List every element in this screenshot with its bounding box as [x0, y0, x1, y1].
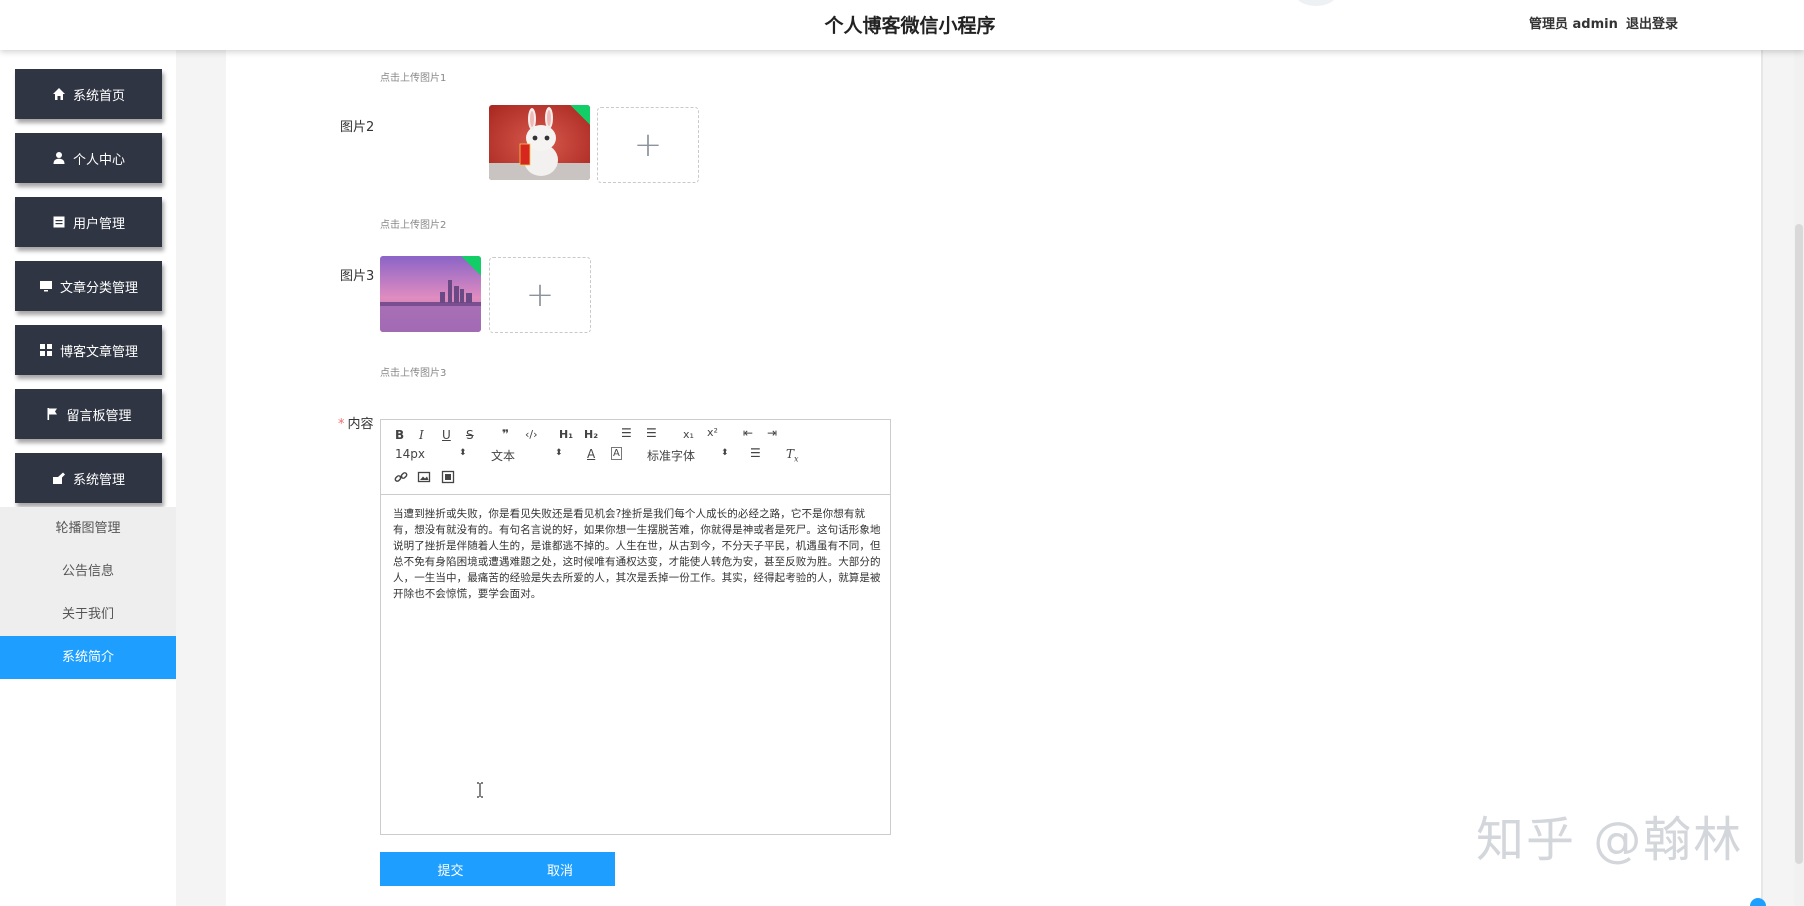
top-header: 个人博客微信小程序 管理员 admin 退出登录: [0, 0, 1804, 50]
image2-upload-button[interactable]: +: [597, 107, 699, 183]
submit-button[interactable]: 提交: [380, 852, 521, 886]
sidebar-item-label: 用户管理: [72, 216, 125, 232]
sidebar-item-home[interactable]: 系统首页: [15, 69, 162, 119]
align-icon[interactable]: ☰: [750, 446, 761, 460]
settings-icon: [52, 472, 65, 484]
font-family-select[interactable]: 标准字体 ⬍: [647, 447, 729, 464]
sidebar: 系统首页 个人中心 用户管理 文章分类管理 博客文章管理 留言板管理 系统管理 …: [0, 50, 176, 906]
system-submenu: 轮播图管理 公告信息 关于我们 系统简介: [0, 507, 176, 679]
image3-label: 图片3: [340, 269, 375, 284]
sidebar-item-label: 博客文章管理: [59, 344, 138, 360]
submenu-item-notice[interactable]: 公告信息: [0, 550, 176, 593]
header-select[interactable]: 文本 ⬍: [491, 447, 563, 464]
editor-toolbar: B I U S ❞ ‹/› H₁ H₂ ☰ ☰ x₁ x² ⇤ ⇥ 14px ⬍…: [381, 420, 890, 495]
clear-format-icon[interactable]: Tx: [786, 447, 799, 463]
image3-upload-button[interactable]: +: [489, 257, 591, 333]
image2-thumbnail[interactable]: [489, 105, 590, 180]
sidebar-item-label: 系统首页: [72, 88, 125, 104]
h2-icon[interactable]: H₂: [584, 428, 598, 441]
monitor-icon: [39, 281, 52, 292]
decorative-bubble: [1296, 0, 1336, 6]
flag-icon: [47, 408, 58, 420]
cancel-button[interactable]: 取消: [505, 852, 615, 886]
sidebar-item-label: 个人中心: [72, 152, 125, 168]
h1-icon[interactable]: H₁: [559, 428, 573, 441]
sort-arrows-icon: ⬍: [555, 448, 563, 458]
video-icon[interactable]: [441, 470, 455, 484]
sidebar-item-system[interactable]: 系统管理: [15, 453, 162, 503]
link-icon[interactable]: [394, 470, 408, 484]
plus-icon: +: [525, 275, 555, 315]
sidebar-item-article-category[interactable]: 文章分类管理: [15, 261, 162, 311]
underline-icon[interactable]: U: [442, 428, 451, 442]
upload-hint-3: 点击上传图片3: [380, 368, 447, 379]
superscript-icon[interactable]: x²: [707, 426, 718, 439]
upload-hint-2: 点击上传图片2: [380, 220, 447, 231]
text-cursor-icon: [477, 782, 483, 798]
sidebar-item-label: 留言板管理: [66, 408, 132, 424]
sidebar-item-users[interactable]: 用户管理: [15, 197, 162, 247]
sidebar-item-blog-articles[interactable]: 博客文章管理: [15, 325, 162, 375]
editor-content[interactable]: 当遭到挫折或失败，你是看见失败还是看见机会?挫折是我们每个人成长的必经之路，它不…: [393, 506, 881, 602]
rich-text-editor: B I U S ❞ ‹/› H₁ H₂ ☰ ☰ x₁ x² ⇤ ⇥ 14px ⬍…: [380, 419, 891, 835]
city-skyline-image: [380, 256, 481, 332]
outdent-icon[interactable]: ⇤: [743, 426, 753, 440]
background-color-icon[interactable]: A: [611, 447, 622, 460]
home-icon: [52, 88, 65, 100]
submenu-item-carousel[interactable]: 轮播图管理: [0, 507, 176, 550]
font-color-icon[interactable]: A: [587, 447, 595, 461]
image2-label: 图片2: [340, 120, 375, 135]
required-mark: *: [338, 417, 345, 432]
list-icon: [53, 216, 65, 228]
sort-arrows-icon: ⬍: [721, 448, 729, 458]
plus-icon: +: [633, 125, 663, 165]
submenu-item-system-intro[interactable]: 系统简介: [0, 636, 176, 679]
sort-arrows-icon: ⬍: [459, 448, 467, 458]
sidebar-item-message-board[interactable]: 留言板管理: [15, 389, 162, 439]
font-size-select[interactable]: 14px ⬍: [395, 447, 467, 461]
ordered-list-icon[interactable]: ☰: [621, 426, 632, 440]
bullet-list-icon[interactable]: ☰: [646, 426, 657, 440]
rabbit-image: [489, 105, 590, 180]
italic-icon[interactable]: I: [419, 428, 424, 442]
sidebar-item-label: 系统管理: [72, 472, 125, 488]
user-icon: [53, 152, 65, 164]
code-icon[interactable]: ‹/›: [525, 428, 538, 441]
image-icon[interactable]: [417, 470, 431, 484]
floating-dot[interactable]: [1750, 898, 1766, 906]
content-label: * 内容: [338, 417, 374, 432]
submenu-item-about[interactable]: 关于我们: [0, 593, 176, 636]
strike-icon[interactable]: S: [466, 428, 474, 442]
bold-icon[interactable]: B: [395, 428, 404, 442]
image3-thumbnail[interactable]: [380, 256, 481, 332]
logout-link[interactable]: 退出登录: [1626, 13, 1678, 32]
sidebar-item-label: 文章分类管理: [59, 280, 138, 296]
subscript-icon[interactable]: x₁: [683, 428, 694, 441]
indent-icon[interactable]: ⇥: [767, 426, 777, 440]
scrollbar-thumb[interactable]: [1795, 224, 1803, 864]
sidebar-item-profile[interactable]: 个人中心: [15, 133, 162, 183]
grid-icon: [39, 344, 52, 356]
watermark: 知乎 @翰林: [1476, 812, 1744, 868]
current-user: 管理员 admin: [1529, 17, 1618, 32]
upload-hint-1: 点击上传图片1: [380, 73, 447, 84]
blockquote-icon[interactable]: ❞: [502, 427, 509, 441]
